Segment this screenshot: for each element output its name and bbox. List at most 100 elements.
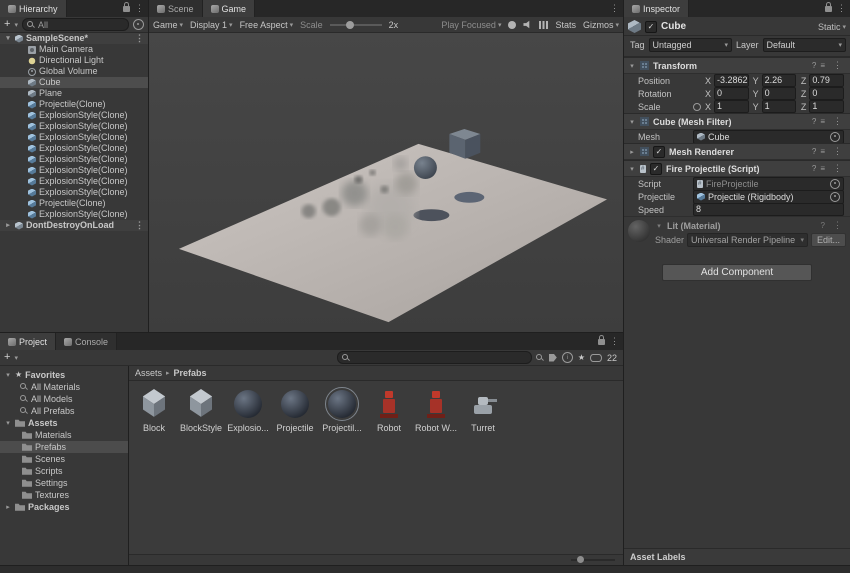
folder-item[interactable]: Prefabs xyxy=(0,441,128,453)
breadcrumb-root[interactable]: Assets xyxy=(135,368,162,378)
projectile-object-field[interactable]: Projectile (Rigidbody) xyxy=(693,190,844,204)
foldout-arrow-icon[interactable]: ▾ xyxy=(628,118,636,126)
hierarchy-item[interactable]: Cube ⋮ xyxy=(0,77,148,88)
kebab-menu-icon[interactable]: ⋮ xyxy=(606,0,623,17)
foldout-arrow-icon[interactable]: ▾ xyxy=(4,419,12,427)
kebab-menu-icon[interactable]: ⋮ xyxy=(131,0,148,17)
tab-game[interactable]: Game xyxy=(203,0,256,17)
hierarchy-item[interactable]: ExplosionStyle(Clone) ⋮ xyxy=(0,165,148,176)
foldout-arrow-icon[interactable]: ▾ xyxy=(655,222,663,230)
asset-item[interactable]: Robot xyxy=(366,385,412,433)
create-asset-button[interactable]: + xyxy=(4,352,10,363)
kebab-menu-icon[interactable]: ⋮ xyxy=(133,220,146,231)
breadcrumb-current[interactable]: Prefabs xyxy=(174,368,207,378)
hierarchy-item[interactable]: ExplosionStyle(Clone) ⋮ xyxy=(0,110,148,121)
hierarchy-item[interactable]: ExplosionStyle(Clone) ⋮ xyxy=(0,143,148,154)
thumbnail-zoom-slider[interactable] xyxy=(571,559,615,561)
z-value-field[interactable]: 0 xyxy=(809,87,844,100)
kebab-menu-icon[interactable]: ⋮ xyxy=(833,0,850,17)
edit-shader-button[interactable]: Edit... xyxy=(811,233,846,247)
layer-dropdown[interactable]: Default ▾ xyxy=(763,38,846,52)
x-value-field[interactable]: -3.28621 xyxy=(714,74,749,87)
foldout-arrow-icon[interactable]: ▾ xyxy=(4,371,12,379)
zoom-slider-knob[interactable] xyxy=(577,556,584,563)
project-search-input[interactable] xyxy=(337,351,532,364)
y-value-field[interactable]: 0 xyxy=(762,87,797,100)
help-icon[interactable]: ? xyxy=(812,164,816,173)
help-icon[interactable]: ? xyxy=(812,117,816,126)
object-picker-icon[interactable] xyxy=(830,132,840,142)
y-value-field[interactable]: 2.26 xyxy=(762,74,797,87)
asset-labels-bar[interactable]: Asset Labels xyxy=(624,548,850,565)
hierarchy-item[interactable]: ExplosionStyle(Clone) ⋮ xyxy=(0,121,148,132)
presets-icon[interactable]: ≡ xyxy=(820,164,825,173)
kebab-menu-icon[interactable]: ⋮ xyxy=(606,333,623,350)
folder-item[interactable]: Scripts xyxy=(0,465,128,477)
search-by-type-icon[interactable] xyxy=(536,354,544,362)
gizmos-dropdown[interactable]: Gizmos ▾ xyxy=(583,20,619,30)
folder-item[interactable]: Textures xyxy=(0,489,128,501)
component-enabled-checkbox[interactable]: ✓ xyxy=(653,146,665,158)
presets-icon[interactable]: ≡ xyxy=(820,147,825,156)
presets-icon[interactable]: ≡ xyxy=(820,61,825,70)
foldout-arrow-icon[interactable]: ▸ xyxy=(628,148,636,156)
add-object-button[interactable]: + xyxy=(4,19,10,30)
hierarchy-item[interactable]: Projectile(Clone) ⋮ xyxy=(0,99,148,110)
foldout-arrow-icon[interactable]: ▾ xyxy=(4,33,12,44)
folder-item[interactable]: Scenes xyxy=(0,453,128,465)
speed-value-field[interactable]: 8 xyxy=(693,203,844,216)
scale-slider[interactable] xyxy=(330,24,382,26)
hierarchy-item[interactable]: Plane ⋮ xyxy=(0,88,148,99)
static-dropdown[interactable]: Static ▾ xyxy=(818,22,846,32)
foldout-arrow-icon[interactable]: ▾ xyxy=(628,62,636,70)
mesh-filter-header[interactable]: ▾ Cube (Mesh Filter) ? ≡ ⋮ xyxy=(624,113,850,130)
y-value-field[interactable]: 1 xyxy=(762,100,797,113)
scene-picker-icon[interactable] xyxy=(133,19,144,30)
play-focused-dropdown[interactable]: Play Focused ▾ xyxy=(441,20,501,30)
favorite-search-icon[interactable]: ★ xyxy=(578,354,585,362)
fire-projectile-header[interactable]: ▾ ✓ Fire Projectile (Script) ? ≡ ⋮ xyxy=(624,160,850,177)
gameobject-name[interactable]: Cube xyxy=(661,21,814,32)
hierarchy-item[interactable]: Projectile(Clone) ⋮ xyxy=(0,198,148,209)
kebab-menu-icon[interactable]: ⋮ xyxy=(133,33,146,44)
favorites-item[interactable]: All Prefabs xyxy=(0,405,128,417)
tab-hierarchy[interactable]: Hierarchy xyxy=(0,0,67,17)
kebab-menu-icon[interactable]: ⋮ xyxy=(829,116,846,127)
assets-section[interactable]: ▾ Assets xyxy=(0,417,128,429)
help-icon[interactable]: ? xyxy=(812,61,816,70)
transform-header[interactable]: ▾ Transform ? ≡ ⋮ xyxy=(624,57,850,74)
aspect-dropdown[interactable]: Free Aspect ▾ xyxy=(240,20,294,30)
metrics-icon[interactable] xyxy=(539,21,548,29)
hierarchy-item[interactable]: Main Camera ⋮ xyxy=(0,44,148,55)
scale-link-icon[interactable] xyxy=(693,103,701,111)
hierarchy-item[interactable]: ExplosionStyle(Clone) ⋮ xyxy=(0,132,148,143)
screenshot-icon[interactable] xyxy=(508,21,516,29)
asset-item[interactable]: Projectile xyxy=(272,385,318,433)
asset-item[interactable]: Projectil... xyxy=(319,385,365,433)
object-picker-icon[interactable] xyxy=(830,179,840,189)
z-value-field[interactable]: 1 xyxy=(809,100,844,113)
hierarchy-search-input[interactable]: All xyxy=(22,18,129,31)
asset-item[interactable]: BlockStyle xyxy=(178,385,224,433)
hierarchy-item[interactable]: ExplosionStyle(Clone) ⋮ xyxy=(0,154,148,165)
game-viewport[interactable] xyxy=(149,33,623,332)
asset-item[interactable]: Block xyxy=(131,385,177,433)
search-by-label-icon[interactable] xyxy=(549,354,557,362)
kebab-menu-icon[interactable]: ⋮ xyxy=(829,146,846,157)
hierarchy-item[interactable]: ▸ DontDestroyOnLoad ⋮ xyxy=(0,220,148,231)
kebab-menu-icon[interactable]: ⋮ xyxy=(829,220,846,231)
object-picker-icon[interactable] xyxy=(830,192,840,202)
component-enabled-checkbox[interactable]: ✓ xyxy=(650,163,662,175)
mesh-renderer-header[interactable]: ▸ ✓ Mesh Renderer ? ≡ ⋮ xyxy=(624,143,850,160)
lock-icon[interactable] xyxy=(598,339,605,345)
asset-item[interactable]: Turret xyxy=(460,385,506,433)
mute-audio-icon[interactable] xyxy=(523,20,532,29)
hierarchy-item[interactable]: Global Volume ⋮ xyxy=(0,66,148,77)
stats-button[interactable]: Stats xyxy=(555,20,576,30)
hierarchy-item[interactable]: ExplosionStyle(Clone) ⋮ xyxy=(0,176,148,187)
lock-icon[interactable] xyxy=(825,6,832,12)
help-icon[interactable]: ? xyxy=(812,147,816,156)
shader-dropdown[interactable]: Universal Render Pipeline ▾ xyxy=(687,233,808,247)
display-dropdown[interactable]: Display 1 ▾ xyxy=(190,20,233,30)
asset-item[interactable]: Robot W... xyxy=(413,385,459,433)
